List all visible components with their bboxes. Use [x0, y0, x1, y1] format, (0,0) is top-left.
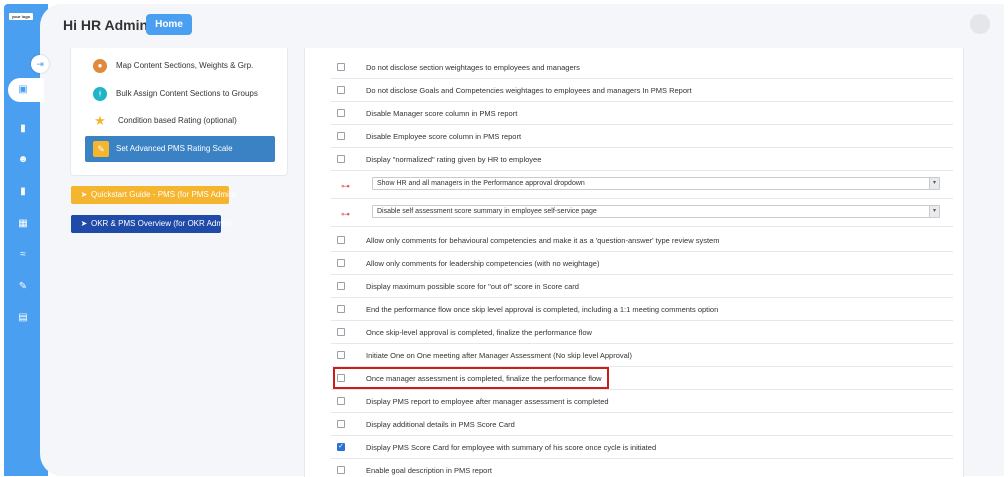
- user-map-icon: ●: [93, 59, 107, 73]
- setting-checkbox[interactable]: [337, 63, 345, 71]
- setting-row: Do not disclose Goals and Competencies w…: [331, 79, 953, 102]
- menu-item-label: Bulk Assign Content Sections to Groups: [116, 89, 258, 98]
- report-icon[interactable]: ▤: [17, 312, 29, 324]
- setting-label: Enable goal description in PMS report: [366, 466, 492, 475]
- setting-checkbox[interactable]: [337, 397, 345, 405]
- setting-label: Initiate One on One meeting after Manage…: [366, 351, 632, 360]
- setting-checkbox[interactable]: [337, 236, 345, 244]
- dropdown-value: Show HR and all managers in the Performa…: [377, 180, 585, 187]
- quickstart-guide-button[interactable]: ➤ Quickstart Guide - PMS (for PMS Admin): [71, 186, 236, 204]
- setting-row: Display additional details in PMS Score …: [331, 413, 953, 436]
- self-assessment-dropdown[interactable]: Disable self assessment score summary in…: [372, 205, 940, 218]
- setting-label: Disable Manager score column in PMS repo…: [366, 109, 518, 118]
- setting-label: Do not disclose section weightages to em…: [366, 63, 580, 72]
- setting-checkbox[interactable]: [337, 86, 345, 94]
- menu-item-label: Set Advanced PMS Rating Scale: [116, 144, 233, 153]
- setting-row: Initiate One on One meeting after Manage…: [331, 344, 953, 367]
- setting-row: ✓ Display PMS Score Card for employee wi…: [331, 436, 953, 459]
- setting-label: Allow only comments for behavioural comp…: [366, 236, 720, 245]
- setting-checkbox-checked[interactable]: ✓: [337, 443, 345, 451]
- pms-settings-menu: ● Map Content Sections, Weights & Grp. ᚼ…: [70, 48, 288, 176]
- okr-overview-button[interactable]: ➤ OKR & PMS Overview (for OKR Admin): [71, 215, 232, 233]
- setting-row: Enable goal description in PMS report: [331, 459, 953, 477]
- setting-label: Display maximum possible score for "out …: [366, 282, 579, 291]
- book-icon[interactable]: ▮: [17, 186, 29, 198]
- workflow-icon: ⊶: [341, 181, 350, 191]
- edit-document-icon[interactable]: ✎: [17, 281, 29, 293]
- setting-label: End the performance flow once skip level…: [366, 305, 719, 314]
- menu-item-advanced-rating-scale[interactable]: ✎ Set Advanced PMS Rating Scale: [85, 136, 275, 162]
- setting-checkbox[interactable]: [337, 259, 345, 267]
- setting-label: Do not disclose Goals and Competencies w…: [366, 86, 692, 95]
- setting-label: Display PMS Score Card for employee with…: [366, 443, 657, 452]
- setting-row: Display PMS report to employee after man…: [331, 390, 953, 413]
- book-icon[interactable]: ▮: [17, 123, 29, 135]
- chevron-down-icon: ▾: [929, 178, 939, 189]
- setting-row: Do not disclose section weightages to em…: [331, 56, 953, 79]
- setting-label: Display PMS report to employee after man…: [366, 397, 609, 406]
- setting-label: Allow only comments for leadership compe…: [366, 259, 600, 268]
- handshake-icon[interactable]: ≈: [17, 249, 29, 261]
- sidebar-toggle-button[interactable]: ⇥: [31, 55, 49, 73]
- setting-checkbox[interactable]: [337, 466, 345, 474]
- workflow-icon: ⊶: [341, 209, 350, 219]
- setting-row: Allow only comments for behavioural comp…: [331, 229, 953, 252]
- setting-checkbox[interactable]: [337, 351, 345, 359]
- chevron-down-icon: ▾: [929, 206, 939, 217]
- okr-overview-label: OKR & PMS Overview (for OKR Admin): [91, 219, 232, 228]
- rating-scale-icon: ✎: [93, 141, 109, 157]
- users-icon[interactable]: ☻: [17, 154, 29, 166]
- setting-row: Disable Manager score column in PMS repo…: [331, 102, 953, 125]
- setting-checkbox[interactable]: [337, 109, 345, 117]
- setting-row: Display "normalized" rating given by HR …: [331, 148, 953, 171]
- bulk-assign-icon: ᚼ: [93, 87, 107, 101]
- setting-label: Disable Employee score column in PMS rep…: [366, 132, 522, 141]
- setting-checkbox[interactable]: [337, 420, 345, 428]
- setting-checkbox[interactable]: [337, 282, 345, 290]
- setting-checkbox[interactable]: [337, 305, 345, 313]
- app-frame: your logo ⇥ ▣ ▮ ☻ ▮ ▦ ≈ ✎ ▤ Hi HR Admin …: [0, 0, 1008, 477]
- avatar[interactable]: [970, 14, 990, 34]
- setting-checkbox[interactable]: [337, 132, 345, 140]
- setting-row: Once skip-level approval is completed, f…: [331, 321, 953, 344]
- setting-label: Display "normalized" rating given by HR …: [366, 155, 542, 164]
- setting-checkbox[interactable]: [337, 155, 345, 163]
- calendar-icon[interactable]: ▦: [17, 218, 29, 230]
- rocket-icon: ➤: [80, 190, 88, 199]
- setting-row: Allow only comments for leadership compe…: [331, 252, 953, 275]
- menu-item-label: Condition based Rating (optional): [118, 116, 237, 125]
- setting-checkbox[interactable]: [337, 328, 345, 336]
- home-button[interactable]: Home: [146, 14, 192, 35]
- page-greeting: Hi HR Admin: [63, 17, 149, 33]
- highlight-box: [333, 367, 609, 389]
- menu-item-label: Map Content Sections, Weights & Grp.: [116, 61, 254, 70]
- company-logo: your logo: [9, 13, 33, 20]
- dropdown-value: Disable self assessment score summary in…: [377, 208, 597, 215]
- quickstart-guide-label: Quickstart Guide - PMS (for PMS Admin): [91, 190, 236, 199]
- setting-row: End the performance flow once skip level…: [331, 298, 953, 321]
- setting-row: Disable Employee score column in PMS rep…: [331, 125, 953, 148]
- setting-label: Once skip-level approval is completed, f…: [366, 328, 592, 337]
- star-icon: ★: [94, 113, 106, 128]
- setting-row-select: ⊶ Disable self assessment score summary …: [331, 199, 953, 227]
- setting-label: Display additional details in PMS Score …: [366, 420, 515, 429]
- rocket-icon: ➤: [80, 219, 88, 228]
- approval-dropdown[interactable]: Show HR and all managers in the Performa…: [372, 177, 940, 190]
- dashboard-icon[interactable]: ▣: [17, 84, 29, 96]
- setting-row-select: ⊶ Show HR and all managers in the Perfor…: [331, 171, 953, 199]
- setting-row: Display maximum possible score for "out …: [331, 275, 953, 298]
